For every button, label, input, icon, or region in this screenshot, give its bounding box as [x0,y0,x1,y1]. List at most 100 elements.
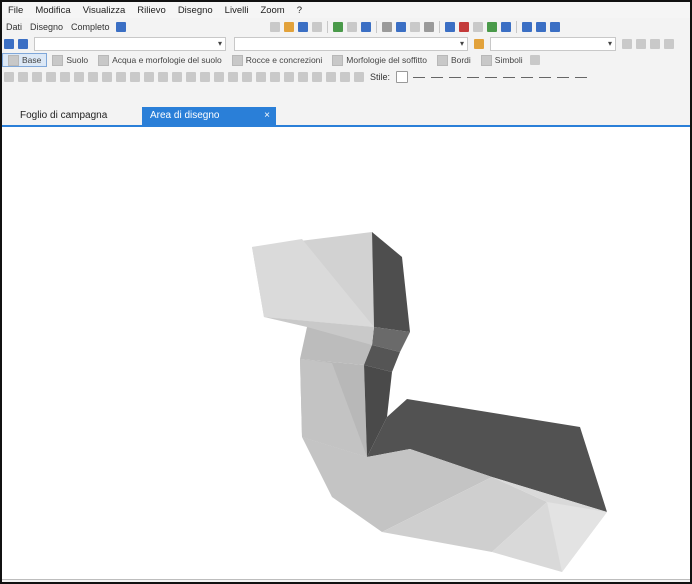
draw-tool-icon[interactable] [186,72,196,82]
draw-tool-icon[interactable] [228,72,238,82]
status-bar-divider [2,579,690,580]
document-tabs: Foglio di campagna Area di disegno × [2,107,690,127]
paste-icon[interactable] [409,22,420,32]
table-icon[interactable] [458,22,469,32]
model-face [372,232,410,332]
menu-rilievo[interactable]: Rilievo [131,5,172,16]
app-window: File Modifica Visualizza Rilievo Disegno… [0,0,692,584]
draw-tool-icon[interactable] [214,72,224,82]
line-style-dash-icon[interactable] [539,76,552,78]
draw-tool-icon[interactable] [116,72,126,82]
draw-tool-icon[interactable] [242,72,252,82]
line-style-none-icon[interactable] [396,71,409,83]
draw-tool-icon[interactable] [130,72,140,82]
line-style-dash-icon[interactable] [503,76,516,78]
line-style-dash-icon[interactable] [557,76,570,78]
layer-soffitto[interactable]: Morfologie del soffitto [327,54,432,66]
draw-tool-icon[interactable] [4,72,14,82]
view-mode-completo[interactable]: Completo [67,22,114,32]
survey-combo[interactable]: ▾ [34,37,226,51]
draw-tool-icon[interactable] [46,72,56,82]
main-toolbar: Dati Disegno Completo [2,18,690,36]
monitor-icon[interactable] [115,22,126,32]
draw-tool-icon[interactable] [256,72,266,82]
line-style-dash-icon[interactable] [449,76,462,78]
tab-foglio-di-campagna[interactable]: Foglio di campagna [12,107,115,125]
pencil-icon[interactable] [474,39,484,49]
info-icon[interactable] [500,22,511,32]
cut-icon[interactable] [381,22,392,32]
draw-tool-icon[interactable] [354,72,364,82]
draw-tool-icon[interactable] [270,72,280,82]
print-icon[interactable] [346,22,357,32]
zoom-icon[interactable] [549,22,560,32]
draw-tool-icon[interactable] [172,72,182,82]
object-combo[interactable]: ▾ [234,37,468,51]
compile-icon[interactable] [332,22,343,32]
layers-toolbar: Base Suolo Acqua e morfologie del suolo … [2,52,690,68]
style-label: Stile: [370,72,391,82]
draw-tool-icon[interactable] [284,72,294,82]
edit-icon[interactable] [622,39,632,49]
line-style-dash-icon[interactable] [521,76,534,78]
drawing-canvas[interactable] [2,127,690,580]
layer-acqua[interactable]: Acqua e morfologie del suolo [93,54,227,66]
undo-icon[interactable] [360,22,371,32]
copy-icon[interactable] [395,22,406,32]
menu-help[interactable]: ? [291,5,308,16]
drawing-toolbar: Stile: [2,68,690,86]
draw-tool-icon[interactable] [298,72,308,82]
note-icon[interactable] [664,39,674,49]
save-icon[interactable] [297,22,308,32]
draw-tool-icon[interactable] [340,72,350,82]
properties-icon[interactable] [636,39,646,49]
menu-zoom[interactable]: Zoom [254,5,290,16]
list-icon[interactable] [472,22,483,32]
panel-icon[interactable] [4,39,14,49]
menu-modifica[interactable]: Modifica [29,5,76,16]
draw-tool-icon[interactable] [102,72,112,82]
draw-tool-icon[interactable] [60,72,70,82]
layer-suolo[interactable]: Suolo [47,54,93,66]
style-toolbar: ▾ ▾ ▾ [2,36,690,52]
draw-tool-icon[interactable] [200,72,210,82]
view-mode-disegno[interactable]: Disegno [26,22,67,32]
panel-toggle-icon[interactable] [18,39,28,49]
layer-bordi[interactable]: Bordi [432,54,476,66]
layer-lock-icon[interactable] [529,55,540,65]
style-combo[interactable]: ▾ [490,37,616,51]
menu-visualizza[interactable]: Visualizza [77,5,132,16]
menu-file[interactable]: File [2,5,29,16]
layer-base[interactable]: Base [2,53,48,67]
layer-simboli[interactable]: Simboli [476,54,528,66]
draw-tool-icon[interactable] [88,72,98,82]
layers-icon[interactable] [650,39,660,49]
grid-icon[interactable] [444,22,455,32]
view-mode-dati[interactable]: Dati [2,22,26,32]
tab-area-di-disegno[interactable]: Area di disegno × [142,107,276,125]
plugin-icon[interactable] [486,22,497,32]
line-style-dash-icon[interactable] [485,76,498,78]
zoom-out-icon[interactable] [535,22,546,32]
menu-disegno[interactable]: Disegno [172,5,219,16]
draw-tool-icon[interactable] [18,72,28,82]
draw-tool-icon[interactable] [32,72,42,82]
line-style-dash-icon[interactable] [413,76,426,78]
line-style-dash-icon[interactable] [431,76,444,78]
cave-3d-model[interactable] [2,127,690,580]
new-file-icon[interactable] [269,22,280,32]
line-style-dash-icon[interactable] [575,76,588,78]
draw-tool-icon[interactable] [144,72,154,82]
line-style-dash-icon[interactable] [467,76,480,78]
menu-livelli[interactable]: Livelli [219,5,255,16]
zoom-in-icon[interactable] [521,22,532,32]
layer-rocce[interactable]: Rocce e concrezioni [227,54,328,66]
draw-tool-icon[interactable] [312,72,322,82]
draw-tool-icon[interactable] [158,72,168,82]
export-icon[interactable] [311,22,322,32]
open-folder-icon[interactable] [283,22,294,32]
draw-tool-icon[interactable] [326,72,336,82]
draw-tool-icon[interactable] [74,72,84,82]
delete-icon[interactable] [423,22,434,32]
close-icon[interactable]: × [264,107,270,125]
